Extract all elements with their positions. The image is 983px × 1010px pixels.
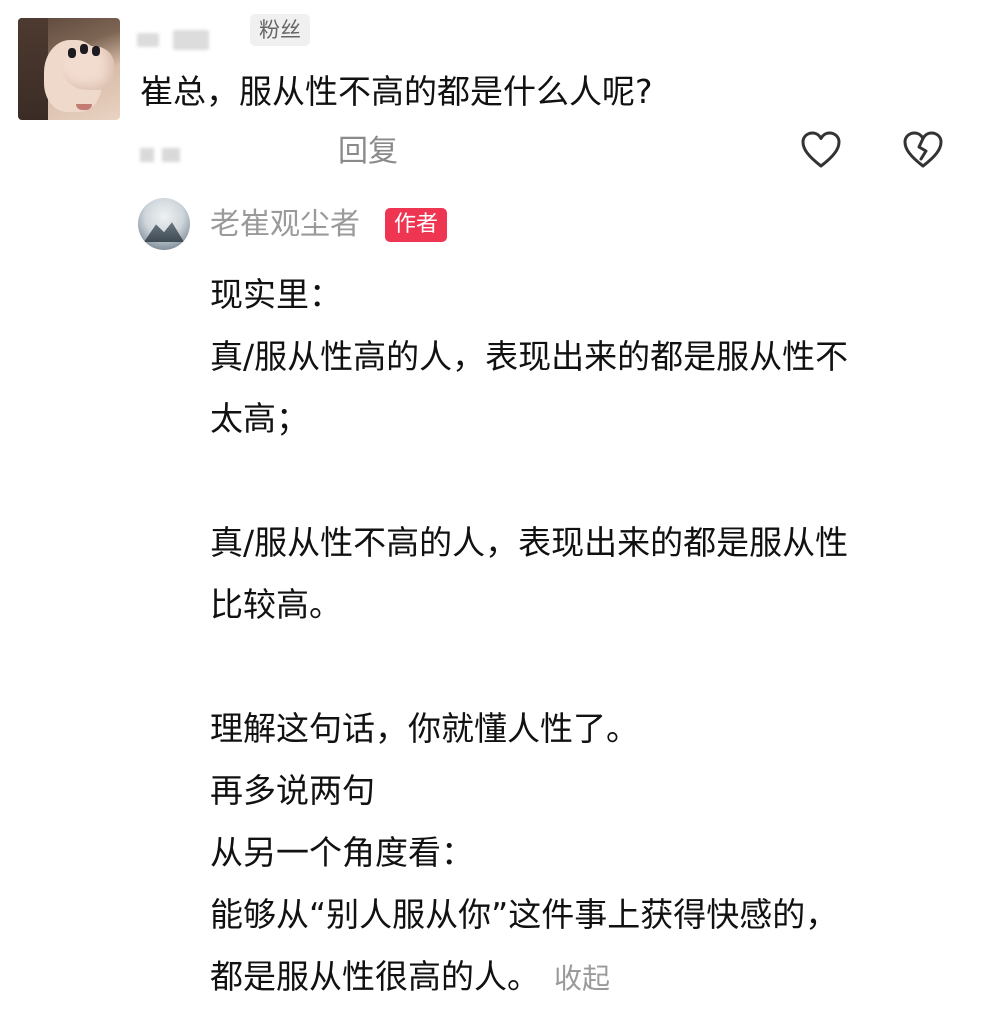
reply-blank-line [210,450,950,512]
reply-line: 理解这句话，你就懂人性了。 [210,709,639,748]
reply-line: 再多说两句 [210,771,375,810]
reply-line: 能够从“别人服从你”这件事上获得快感的， [210,895,839,934]
author-name[interactable]: 老崔观尘者 [210,204,360,246]
author-badge: 作者 [385,208,448,242]
author-reply-text: 现实里： 真/服从性高的人，表现出来的都是服从性不 太高； 真/服从性不高的人，… [210,264,950,1008]
collapse-button[interactable]: 收起 [554,962,610,995]
reply-line: 真/服从性高的人，表现出来的都是服从性不 [210,337,849,376]
reply-blank-line [210,636,950,698]
reply-line: 真/服从性不高的人，表现出来的都是服从性 [210,523,849,562]
comment-meta-redacted [140,148,200,166]
heart-icon[interactable] [800,130,842,170]
reply-line: 太高； [210,399,309,438]
reply-line: 都是服从性很高的人。 [210,957,540,996]
reply-line: 从另一个角度看： [210,833,474,872]
commenter-name-redacted [137,30,249,50]
fan-badge: 粉丝 [250,14,310,46]
reply-button[interactable]: 回复 [338,133,398,171]
comment-text: 崔总，服从性不高的都是什么人呢? [140,72,653,111]
commenter-avatar[interactable] [18,18,120,120]
reply-last-line: 都是服从性很高的人。 收起 [210,946,950,1008]
reply-line: 现实里： [210,275,342,314]
author-avatar[interactable] [138,198,190,250]
reply-line: 比较高。 [210,585,342,624]
broken-heart-icon[interactable] [902,130,944,170]
